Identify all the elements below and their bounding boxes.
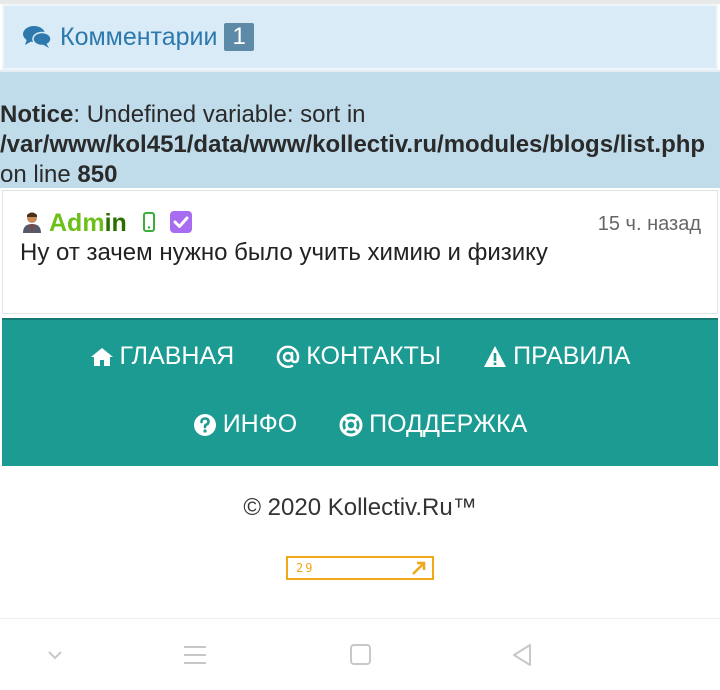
comments-count-badge: 1 xyxy=(224,23,254,51)
nav-contacts-label: КОНТАКТЫ xyxy=(306,342,442,370)
nav-support-label: ПОДДЕРЖКА xyxy=(369,410,528,438)
counter-value: 29 xyxy=(296,561,315,575)
user-avatar-icon xyxy=(23,212,41,233)
question-icon xyxy=(193,413,216,436)
nav-home-label: ГЛАВНАЯ xyxy=(119,342,235,370)
chevron-down-icon[interactable] xyxy=(40,641,70,669)
nav-rules-link[interactable]: ПРАВИЛА xyxy=(483,342,630,371)
nav-support-link[interactable]: ПОДДЕРЖКА xyxy=(339,410,527,439)
home-icon xyxy=(90,347,113,366)
system-nav-bar xyxy=(0,618,720,690)
mobile-icon xyxy=(143,212,155,232)
nav-info-link[interactable]: ИНФО xyxy=(193,410,297,439)
footer-nav-row-2: ИНФО ПОДДЕРЖКА xyxy=(2,410,718,439)
comment-author-link[interactable]: Admin xyxy=(49,209,127,238)
lifebuoy-icon xyxy=(339,413,363,436)
home-square-icon[interactable] xyxy=(345,641,375,669)
back-triangle-icon[interactable] xyxy=(508,641,538,669)
menu-icon[interactable] xyxy=(180,641,210,669)
nav-home-link[interactable]: ГЛАВНАЯ xyxy=(90,342,235,371)
notice-message: : Undefined variable: sort in xyxy=(73,101,366,128)
nav-info-label: ИНФО xyxy=(222,410,298,438)
nav-rules-label: ПРАВИЛА xyxy=(513,342,631,370)
notice-line-prefix: on line xyxy=(0,161,78,188)
footer-nav: ГЛАВНАЯ КОНТАКТЫ ПРАВИЛА ИНФО ПОДДЕРЖКА xyxy=(2,318,718,466)
comment-time: 15 ч. назад xyxy=(597,213,701,235)
comment-item: Admin 15 ч. назад Ну от зачем нужно было… xyxy=(2,190,718,314)
page: Комментарии 1 Notice: Undefined variable… xyxy=(0,0,720,690)
verified-check-icon xyxy=(170,211,192,233)
notice-path: /var/www/kol451/data/www/kollectiv.ru/mo… xyxy=(0,131,706,158)
comments-header: Комментарии 1 xyxy=(2,4,718,70)
author-name-part1: Adm xyxy=(49,209,105,237)
nav-contacts-link[interactable]: КОНТАКТЫ xyxy=(276,342,441,371)
author-name-part2: in xyxy=(104,209,127,237)
notice-line-number: 850 xyxy=(77,161,118,188)
comments-title: Комментарии xyxy=(60,22,218,51)
arrow-up-right-icon xyxy=(412,561,426,575)
warning-icon xyxy=(484,345,507,367)
at-sign-icon xyxy=(276,345,300,368)
copyright: © 2020 Kollectiv.Ru™ xyxy=(243,494,477,521)
comments-icon xyxy=(23,26,52,48)
footer-nav-row-1: ГЛАВНАЯ КОНТАКТЫ ПРАВИЛА xyxy=(2,342,718,371)
php-notice: Notice: Undefined variable: sort in /var… xyxy=(0,70,720,188)
comment-text: Ну от зачем нужно было учить химию и физ… xyxy=(20,239,548,266)
notice-label: Notice xyxy=(0,101,74,128)
visit-counter-badge[interactable]: 29 xyxy=(286,556,434,580)
